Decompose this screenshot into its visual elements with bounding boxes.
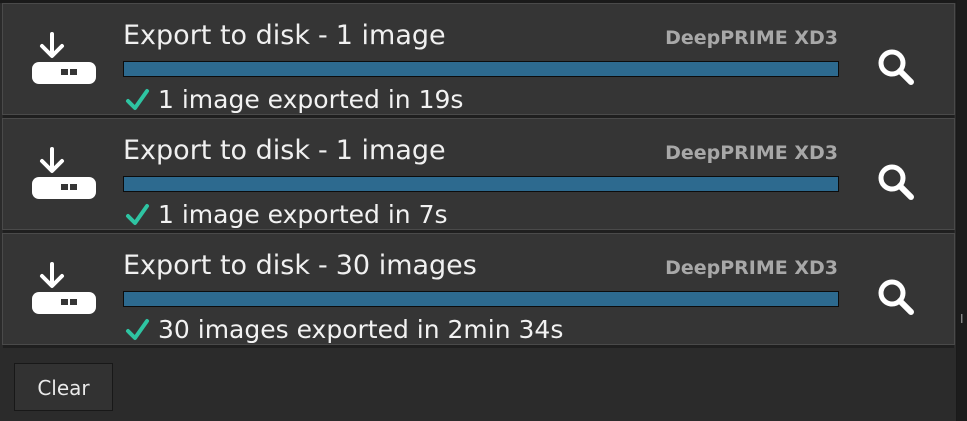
- export-job-row: Export to disk -1 image DeepPRIME XD3 1 i…: [2, 118, 955, 233]
- clear-button[interactable]: Clear: [14, 363, 113, 411]
- job-title-separator: -: [318, 20, 328, 51]
- job-status: 1 image exported in 7s: [158, 200, 448, 229]
- export-to-disk-icon: [32, 262, 96, 314]
- job-status: 30 images exported in 2min 34s: [158, 315, 564, 344]
- export-to-disk-icon: [32, 147, 96, 199]
- magnifier-icon[interactable]: [873, 159, 919, 205]
- magnifier-icon[interactable]: [873, 44, 919, 90]
- job-progress-fill: [124, 177, 838, 191]
- job-title-separator: -: [318, 250, 328, 281]
- job-action: Export to disk: [123, 250, 310, 281]
- job-progress-bar: [123, 61, 839, 77]
- export-job-row: Export to disk -30 images DeepPRIME XD3 3…: [2, 233, 955, 348]
- job-progress-bar: [123, 176, 839, 192]
- checkmark-icon: [126, 89, 149, 110]
- job-progress-bar: [123, 291, 839, 307]
- job-progress-fill: [124, 292, 838, 306]
- job-process-name: DeepPRIME XD3: [665, 27, 838, 49]
- job-action: Export to disk: [123, 135, 310, 166]
- job-title: Export to disk -1 image: [123, 18, 446, 54]
- job-count: 1 image: [335, 135, 446, 166]
- export-to-disk-icon: [32, 32, 96, 84]
- job-title: Export to disk -30 images: [123, 248, 477, 284]
- checkmark-icon: [126, 319, 149, 340]
- job-action: Export to disk: [123, 20, 310, 51]
- job-title-separator: -: [318, 135, 328, 166]
- export-job-row: Export to disk -1 image DeepPRIME XD3 1 i…: [2, 3, 955, 118]
- job-count: 1 image: [335, 20, 446, 51]
- edge-fragment: I: [960, 312, 964, 326]
- job-count: 30 images: [335, 250, 477, 281]
- job-status: 1 image exported in 19s: [158, 85, 464, 114]
- checkmark-icon: [126, 204, 149, 225]
- job-process-name: DeepPRIME XD3: [665, 257, 838, 279]
- job-process-name: DeepPRIME XD3: [665, 142, 838, 164]
- job-progress-fill: [124, 62, 838, 76]
- magnifier-icon[interactable]: [873, 274, 919, 320]
- job-title: Export to disk -1 image: [123, 133, 446, 169]
- window-edge: I: [957, 0, 967, 421]
- export-queue-panel: Export to disk -1 image DeepPRIME XD3 1 i…: [0, 0, 957, 421]
